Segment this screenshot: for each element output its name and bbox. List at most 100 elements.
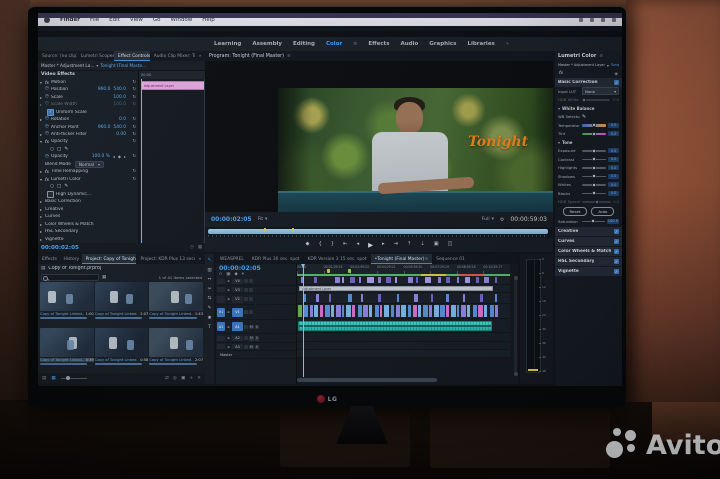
slider-knob[interactable]	[592, 166, 596, 170]
panel-tab[interactable]: History	[59, 254, 81, 264]
wifi-icon[interactable]	[579, 18, 583, 22]
video-clip[interactable]	[461, 305, 466, 317]
track-header-v3[interactable]: ▪V3	[216, 286, 296, 294]
track-lane-a3[interactable]	[297, 342, 510, 350]
param-value[interactable]: 960.0	[98, 87, 111, 92]
workspace-tab-assembly[interactable]: Assembly	[252, 41, 282, 47]
ellipse-mask-icon[interactable]: ○	[50, 184, 54, 189]
mark-in-button[interactable]: {	[318, 242, 321, 247]
video-clip[interactable]	[446, 294, 449, 302]
battery-icon[interactable]	[590, 18, 594, 22]
video-clip[interactable]	[325, 305, 330, 317]
sync-lock-icon[interactable]	[244, 288, 248, 292]
slider[interactable]	[582, 184, 606, 186]
sync-lock-icon[interactable]	[244, 297, 248, 301]
video-clip[interactable]	[425, 277, 431, 283]
go-to-in-button[interactable]: ⇤	[343, 242, 347, 247]
video-clip[interactable]	[408, 305, 411, 317]
add-marker-button[interactable]: ◆	[305, 242, 309, 247]
track-name[interactable]: V3	[232, 287, 243, 292]
clip-name[interactable]: Copy of Tonight Linked...	[95, 358, 139, 362]
video-clip[interactable]	[446, 305, 449, 317]
timeline-settings-icon[interactable]: ▾	[242, 273, 244, 277]
saturation-slider[interactable]	[582, 221, 605, 223]
video-clip[interactable]	[495, 294, 497, 302]
checkbox-icon[interactable]	[47, 191, 54, 198]
effect-lumetri-color[interactable]: ▾fxLumetri Color↻	[38, 176, 138, 183]
master-clip-label[interactable]: Master * Adjustment Layer	[558, 63, 605, 67]
icon-view-icon[interactable]: ▦	[51, 376, 55, 381]
keyframe-add-icon[interactable]: ◆	[118, 154, 121, 159]
sequence-marker-icon[interactable]	[348, 269, 351, 273]
track-header-a1[interactable]: A1▪A1MS	[216, 320, 296, 334]
adjustment-layer-clip[interactable]: Adjustment Layer	[299, 286, 493, 291]
video-clip[interactable]	[298, 305, 302, 317]
solo-button[interactable]: S	[255, 336, 260, 341]
keyframe-prev-icon[interactable]: ◂	[113, 154, 115, 159]
workspace-tab-color[interactable]: Color	[326, 41, 342, 47]
video-clip[interactable]	[314, 305, 318, 317]
source-patch[interactable]	[217, 296, 225, 303]
video-clip[interactable]	[418, 305, 420, 317]
slider-value[interactable]: 0.0	[608, 182, 619, 187]
video-clip[interactable]	[378, 277, 381, 283]
track-header-a2[interactable]: ▪A2MS	[216, 334, 296, 343]
keyframe-next-icon[interactable]: ▸	[124, 154, 126, 159]
clip-thumbnail[interactable]	[40, 328, 94, 357]
slider[interactable]	[582, 150, 606, 152]
track-header-v1[interactable]: V1▪V1	[216, 305, 296, 320]
rect-mask-icon[interactable]: □	[57, 147, 61, 152]
sync-lock-icon[interactable]	[244, 279, 248, 283]
track-output-eye-icon[interactable]	[249, 279, 253, 283]
reset-param-icon[interactable]: ↻	[132, 154, 136, 159]
step-forward-button[interactable]: ▸	[382, 242, 385, 247]
video-clip[interactable]	[431, 294, 433, 302]
clip-name[interactable]: Copy of Tonight Linked...	[95, 312, 139, 316]
video-clip[interactable]	[397, 294, 399, 302]
step-back-button[interactable]: ◂	[356, 242, 359, 247]
video-clip[interactable]	[346, 305, 351, 317]
project-item[interactable]: Copy of Tonight Linked...2:07	[149, 328, 203, 373]
video-clip[interactable]	[434, 305, 438, 317]
track-lane-a1[interactable]	[297, 319, 510, 333]
project-item[interactable]: Copy of Tonight Linked...0:39	[40, 328, 94, 373]
track-header-v2[interactable]: ▪V2	[216, 294, 296, 305]
reset-param-icon[interactable]: ↻	[132, 117, 136, 122]
lock-icon[interactable]: ▪	[226, 325, 231, 329]
video-clip[interactable]	[316, 294, 319, 302]
video-clip[interactable]	[359, 277, 361, 283]
video-clip[interactable]	[395, 277, 397, 283]
slider-value[interactable]: 0.0	[608, 123, 619, 128]
video-clip[interactable]	[336, 305, 340, 317]
lock-icon[interactable]: ▪	[226, 279, 231, 283]
video-clip[interactable]	[384, 305, 389, 317]
video-clip[interactable]	[495, 277, 497, 283]
input-lut-select[interactable]: None▾	[582, 87, 619, 95]
param-value[interactable]: 540.0	[113, 87, 126, 92]
track-header-v4[interactable]: ▪V4	[216, 277, 296, 286]
timeline-ruler[interactable]: 00:0000:01:29:2300:02:59:2200:04:29:2100…	[297, 264, 510, 274]
hdr-white-slider[interactable]	[582, 99, 610, 101]
white-balance-header[interactable]: ▾ White Balance	[555, 104, 622, 113]
video-clip[interactable]	[352, 305, 355, 317]
track-name[interactable]: A2	[232, 336, 243, 342]
slider-knob[interactable]	[592, 132, 596, 136]
slider-value[interactable]: 0.0	[608, 148, 619, 153]
hand-tool[interactable]: ✱	[208, 317, 212, 322]
effect-time-remapping[interactable]: ▸fxTime Remapping↻	[38, 168, 138, 175]
video-clip[interactable]	[484, 277, 488, 283]
new-bin-icon[interactable]: ▣	[181, 376, 185, 381]
effect-motion[interactable]: ▾fxMotion↻	[38, 78, 138, 85]
slider-knob[interactable]	[592, 191, 596, 195]
new-item-icon[interactable]: +	[189, 376, 193, 381]
video-clip[interactable]	[451, 305, 455, 317]
solo-button[interactable]: S	[255, 325, 260, 330]
sequence-tab[interactable]: KDR Plus 30 sec. spot	[248, 254, 304, 264]
video-clip[interactable]	[378, 294, 381, 302]
video-clip[interactable]	[303, 305, 308, 317]
checkbox-checked-icon[interactable]: ✓	[614, 269, 619, 274]
saturation-value[interactable]: 100.0	[607, 219, 619, 224]
section-basic-correction[interactable]: Basic Correction ✓	[555, 78, 622, 87]
slider[interactable]	[582, 159, 606, 161]
timeline-timecode[interactable]: 00:00:02:05	[216, 264, 296, 272]
